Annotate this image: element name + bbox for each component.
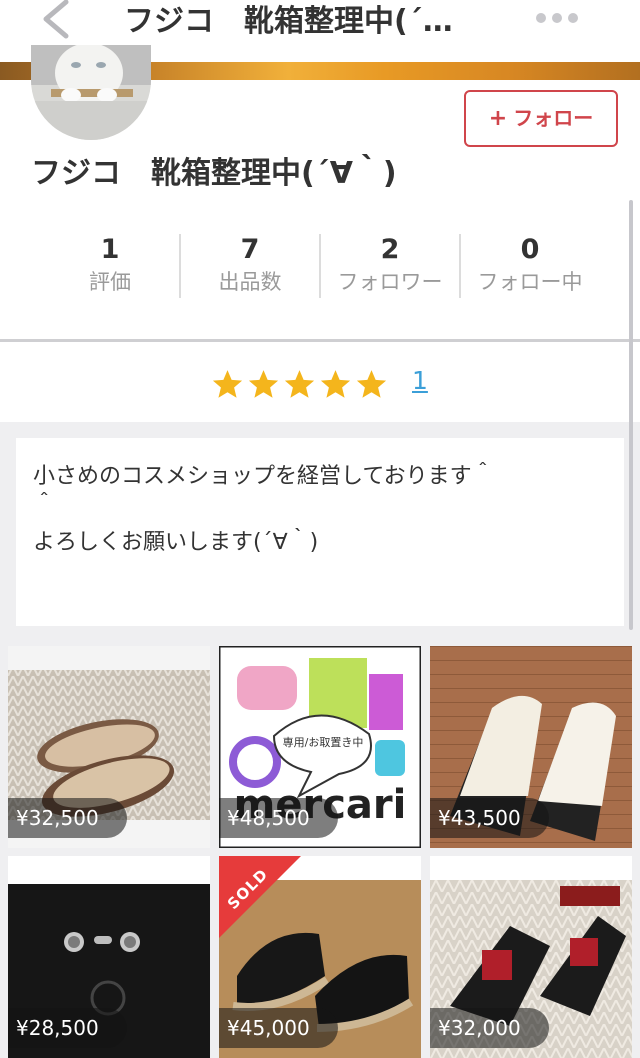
- bubble-text: 専用/お取置き中: [283, 736, 364, 749]
- nav-title: フジコ 靴箱整理中(´…: [124, 4, 453, 39]
- star-icon: [284, 370, 315, 398]
- more-dot: [552, 13, 562, 23]
- item-price: ¥45,000: [219, 1008, 338, 1048]
- bio-line: ＾: [33, 494, 56, 519]
- stat-following[interactable]: 0 フォロー中: [460, 232, 600, 302]
- stat-label: フォロワー: [337, 270, 443, 294]
- item-card[interactable]: SOLD ¥45,000: [219, 856, 421, 1058]
- stats-bar: 1 評価 7 出品数 2 フォロワー 0 フォロー中: [40, 232, 600, 302]
- star-icon: [248, 370, 279, 398]
- item-card[interactable]: ¥43,500: [430, 646, 632, 848]
- item-card[interactable]: ¥32,000: [430, 856, 632, 1058]
- star-icon: [356, 370, 387, 398]
- chevron-left-icon: [43, 0, 69, 39]
- profile-name: フジコ 靴箱整理中(´∀｀): [31, 156, 397, 191]
- item-price: ¥28,500: [8, 1008, 127, 1048]
- more-dots-icon: [536, 13, 546, 23]
- item-card[interactable]: 専用/お取置き中 mercari ¥48,500: [219, 646, 421, 848]
- stat-label: 評価: [89, 270, 131, 294]
- rating-count-link[interactable]: 1: [412, 366, 428, 395]
- rating-row: 1: [0, 342, 640, 422]
- rating-stars: [211, 368, 391, 402]
- stat-value: 1: [100, 234, 120, 265]
- plus-icon: +: [488, 106, 508, 131]
- follow-label: フォロー: [513, 106, 594, 130]
- star-icon: [320, 370, 351, 398]
- star-icon: [212, 370, 243, 398]
- stat-followers[interactable]: 2 フォロワー: [320, 232, 460, 302]
- scrollbar[interactable]: [629, 200, 633, 630]
- stat-value: 7: [240, 234, 260, 265]
- more-dot: [568, 13, 578, 23]
- item-price: ¥43,500: [430, 798, 549, 838]
- stat-listings[interactable]: 7 出品数: [180, 232, 320, 302]
- stat-label: 出品数: [218, 270, 282, 294]
- item-card[interactable]: ¥28,500: [8, 856, 210, 1058]
- more-button[interactable]: [536, 8, 596, 28]
- bio-line: 小さめのコスメショップを経営しております＾: [33, 464, 494, 489]
- item-price: ¥32,500: [8, 798, 127, 838]
- stat-value: 2: [380, 234, 400, 265]
- item-card[interactable]: ¥32,500: [8, 646, 210, 848]
- profile-bio: 小さめのコスメショップを経営しております＾ ＾ よろしくお願いします(´∀｀): [16, 438, 624, 626]
- stat-value: 0: [520, 234, 540, 265]
- stat-label: フォロー中: [477, 270, 583, 294]
- back-button[interactable]: [30, 0, 80, 50]
- bio-line: よろしくお願いします(´∀｀): [33, 530, 319, 555]
- item-price: ¥48,500: [219, 798, 338, 838]
- follow-button[interactable]: + フォロー: [464, 90, 618, 147]
- stat-ratings[interactable]: 1 評価: [40, 232, 180, 302]
- item-price: ¥32,000: [430, 1008, 549, 1048]
